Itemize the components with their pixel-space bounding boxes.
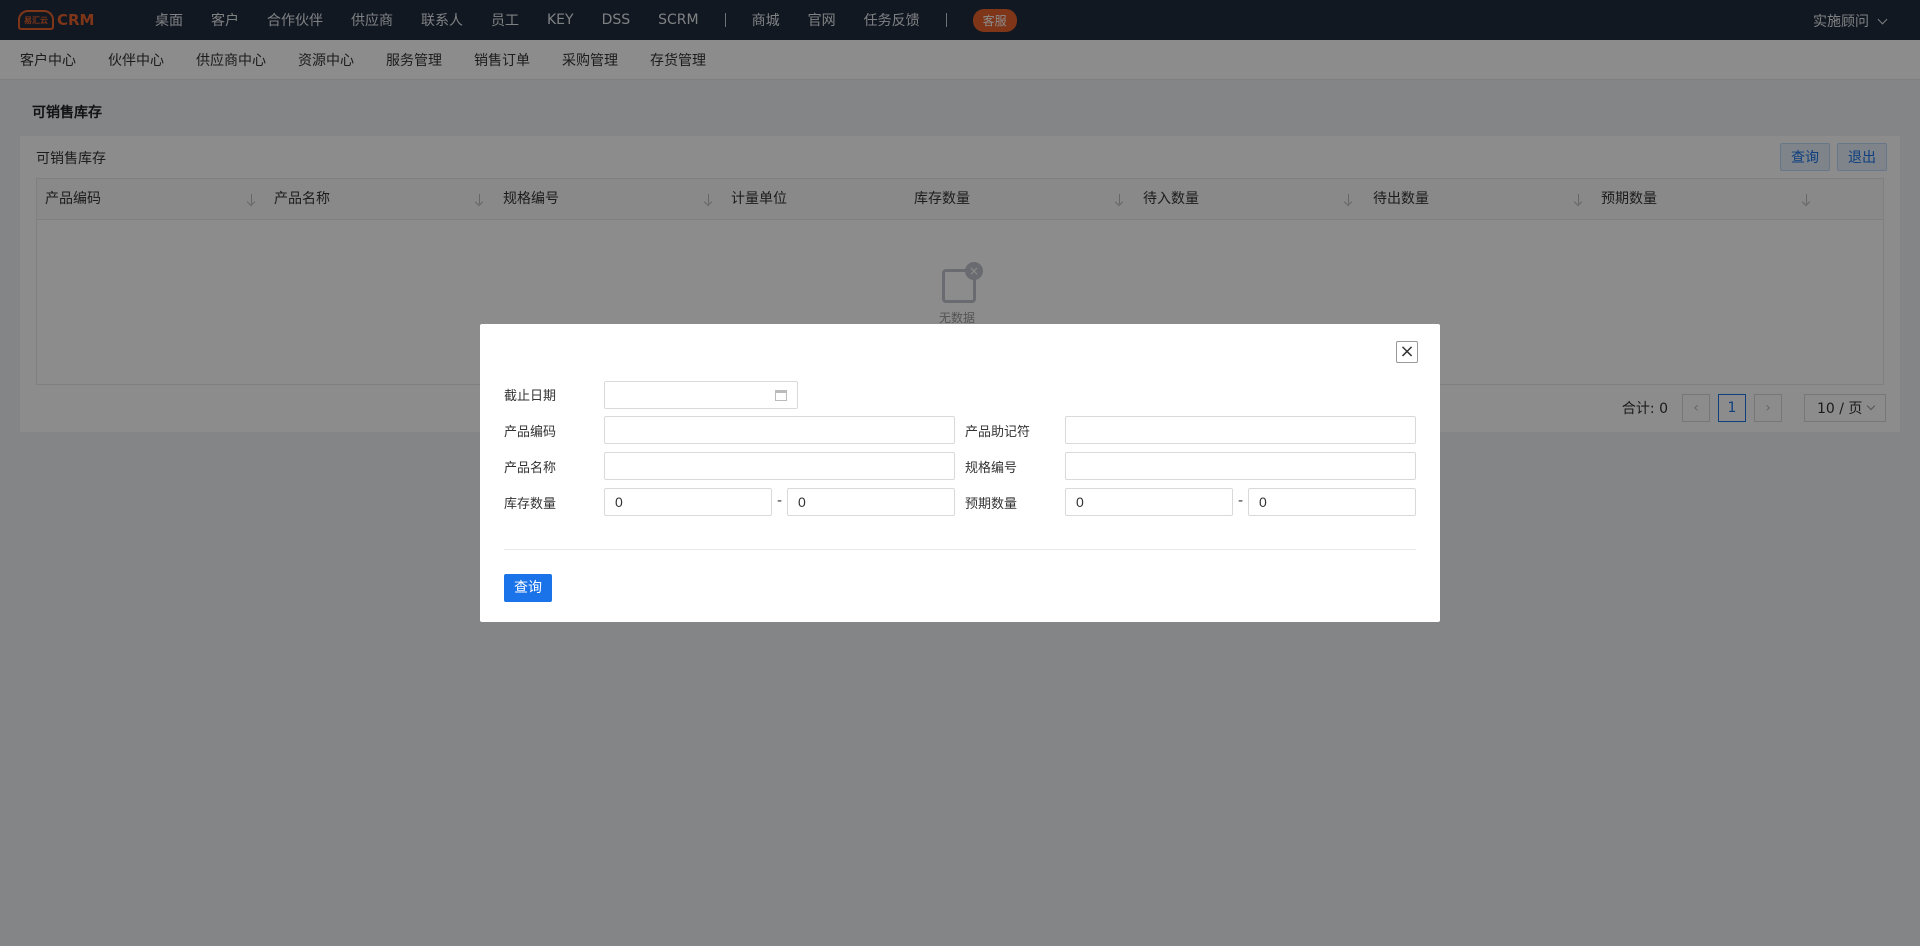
product-name-label: 产品名称 [504,461,557,476]
stock-qty-min-input[interactable] [604,488,772,516]
product-code-input[interactable] [604,416,955,444]
cutoff-date-label: 截止日期 [504,389,557,404]
product-mnemonic-label: 产品助记符 [965,425,1031,440]
spec-code-input[interactable] [1065,452,1416,480]
calendar-icon [775,390,787,401]
spec-code-label: 规格编号 [965,461,1018,476]
modal-divider [504,549,1416,550]
expected-qty-max-input[interactable] [1248,488,1416,516]
close-icon[interactable]: × [1396,341,1418,363]
product-code-label: 产品编码 [504,425,557,440]
product-name-input[interactable] [604,452,955,480]
range-separator: - [777,493,783,509]
stock-qty-label: 库存数量 [504,497,557,512]
product-mnemonic-input[interactable] [1065,416,1416,444]
modal-query-button[interactable]: 查询 [504,574,552,602]
range-separator: - [1238,493,1244,509]
expected-qty-label: 预期数量 [965,497,1018,512]
expected-qty-min-input[interactable] [1065,488,1233,516]
cutoff-date-input[interactable] [604,381,798,409]
query-modal: × 截止日期 产品编码 产品助记符 产品名称 规格编号 库存数量 - 预期数量 … [480,324,1440,622]
stock-qty-max-input[interactable] [787,488,955,516]
